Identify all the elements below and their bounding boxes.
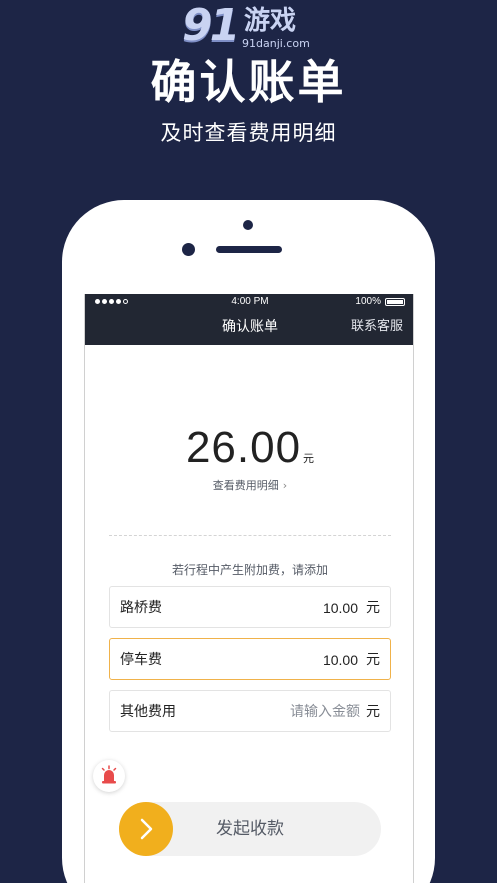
fee-label: 路桥费	[120, 600, 162, 616]
fee-label: 停车费	[120, 652, 162, 668]
bill-amount: 26.00	[185, 423, 302, 472]
fee-row-parking[interactable]: 停车费 10.00 元	[109, 638, 391, 680]
fee-label: 其他费用	[120, 704, 176, 720]
promo-headline: 确认账单	[150, 55, 347, 109]
divider	[109, 535, 391, 536]
logo-url: 91danji.com	[242, 37, 310, 50]
proximity-sensor	[182, 243, 195, 256]
status-bar: 4:00 PM 100%	[85, 294, 413, 310]
other-fee-amount-input[interactable]	[250, 701, 360, 723]
fee-unit: 元	[366, 652, 380, 668]
site-logo: 91 游戏 91danji.com	[182, 2, 322, 54]
bill-amount-display: 26.00 元	[85, 422, 413, 474]
fee-unit: 元	[366, 704, 380, 720]
view-fee-details-label: 查看费用明细	[212, 479, 279, 492]
emergency-alarm-button[interactable]	[93, 760, 125, 792]
fee-value: 10.00	[322, 600, 358, 616]
logo-mark: 91	[182, 0, 240, 51]
contact-support-link[interactable]: 联系客服	[351, 319, 403, 335]
fee-row-other[interactable]: 其他费用 元	[109, 690, 391, 732]
view-fee-details-link[interactable]: 查看费用明细 ›	[85, 479, 413, 493]
battery-percentage: 100%	[355, 296, 381, 307]
fee-row-toll[interactable]: 路桥费 10.00 元	[109, 586, 391, 628]
alarm-light-icon	[101, 765, 117, 784]
battery-icon	[385, 298, 405, 306]
earpiece-speaker	[216, 246, 282, 253]
nav-bar: 确认账单 联系客服	[85, 310, 413, 345]
phone-screen: 4:00 PM 100% 确认账单 联系客服 26.00 元 查看费用明细 › 若行…	[84, 294, 414, 883]
chevron-right-icon	[140, 818, 153, 840]
slider-label: 发起收款	[216, 819, 284, 839]
chevron-right-icon: ›	[282, 479, 288, 492]
collect-payment-slider[interactable]: 发起收款	[119, 802, 381, 856]
slider-knob[interactable]	[119, 802, 173, 856]
fee-unit: 元	[366, 600, 380, 616]
promo-subline: 及时查看费用明细	[160, 121, 337, 145]
fee-value: 10.00	[322, 652, 358, 668]
bill-amount-unit: 元	[303, 452, 315, 465]
logo-name: 游戏	[244, 6, 297, 36]
extra-fee-hint: 若行程中产生附加费，请添加	[171, 563, 328, 577]
front-camera	[243, 220, 253, 230]
